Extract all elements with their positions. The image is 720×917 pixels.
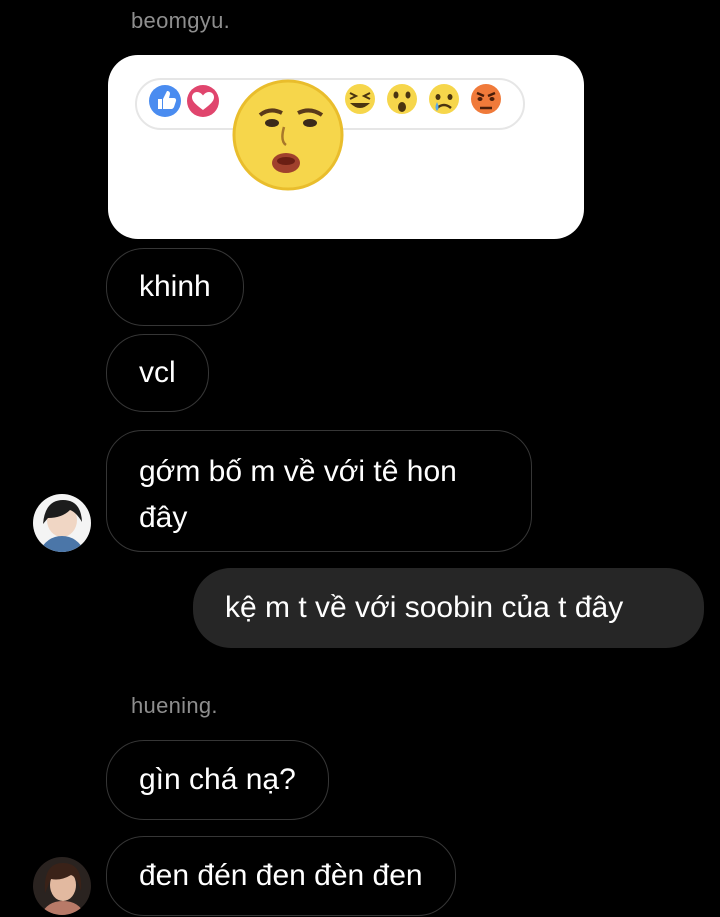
avatar-image (33, 494, 91, 552)
sender-name-beomgyu: beomgyu. (131, 8, 231, 33)
message-bubble[interactable]: gớm bố m về với tê hon đây (106, 430, 532, 552)
avatar-beomgyu[interactable] (33, 494, 91, 552)
message-text: gớm bố m về với tê hon đây (139, 455, 457, 534)
avatar-image (33, 857, 91, 915)
love-icon (187, 85, 219, 117)
message-text: khinh (139, 270, 211, 303)
haha-icon (345, 84, 375, 114)
my-message-bubble[interactable]: kệ m t về với soobin của t đây (193, 568, 704, 648)
message-text: đen đén đen đèn đen (139, 859, 423, 892)
sad-icon (429, 84, 459, 114)
message-text: kệ m t về với soobin của t đây (225, 591, 624, 624)
avatar-huening[interactable] (33, 857, 91, 915)
reaction-meme-image (135, 78, 525, 191)
sender-name-huening: huening. (131, 693, 218, 718)
custom-face-icon (232, 79, 344, 191)
message-text: gìn chá nạ? (139, 763, 296, 796)
wow-icon (387, 84, 417, 114)
message-bubble[interactable]: khinh (106, 248, 244, 326)
message-text: vcl (139, 356, 176, 389)
message-bubble[interactable]: đen đén đen đèn đen (106, 836, 456, 916)
angry-icon (471, 84, 501, 114)
like-icon (149, 85, 181, 117)
message-bubble[interactable]: vcl (106, 334, 209, 412)
chat-thread: beomgyu. khinh vcl gớm bố m về với tê ho… (0, 0, 720, 917)
message-bubble[interactable]: gìn chá nạ? (106, 740, 329, 820)
image-message[interactable] (108, 55, 584, 239)
